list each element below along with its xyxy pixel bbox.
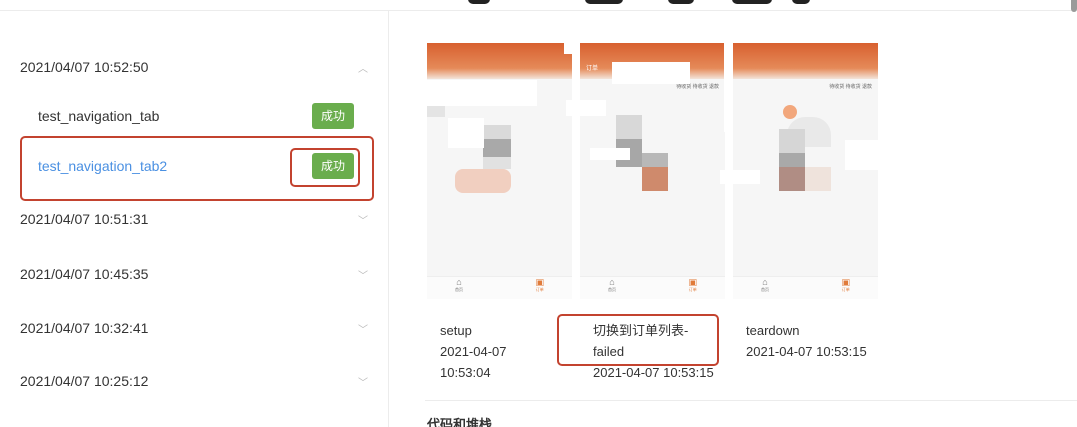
app-header-title: 订单 — [586, 66, 599, 72]
run-group-header[interactable]: 2021/04/07 10:52:50 ︿ — [20, 47, 370, 87]
app-header — [427, 43, 572, 79]
cropped-title-fragment — [732, 0, 772, 4]
highlight-box-failed-step — [557, 314, 719, 366]
order-tabs: 待收货 待收货 退款 — [829, 84, 872, 90]
redaction-patch — [448, 118, 484, 148]
blurred-block — [805, 167, 831, 191]
redaction-patch — [427, 80, 537, 106]
test-case-row[interactable]: test_navigation_tab 成功 — [20, 96, 373, 136]
redaction-patch — [878, 174, 890, 184]
blurred-block — [616, 115, 642, 139]
app-bottom-nav: ⌂ 首页 ▣ 订单 — [580, 276, 725, 299]
blurred-block — [779, 153, 805, 167]
section-divider — [425, 400, 1077, 401]
blurred-block — [642, 167, 668, 191]
redaction-patch — [590, 148, 630, 160]
chevron-down-icon[interactable]: ﹀ — [358, 212, 368, 227]
cropped-title-fragment — [468, 0, 490, 4]
order-icon: ▣ 订单 — [688, 277, 697, 293]
step-time: 2021-04-07 — [440, 344, 507, 359]
redaction-patch — [566, 100, 606, 116]
redaction-patch — [724, 42, 732, 132]
blurred-block — [483, 125, 511, 139]
scrollbar-thumb[interactable] — [1071, 0, 1077, 12]
order-icon: ▣ 订单 — [535, 277, 544, 293]
run-group-header[interactable]: 2021/04/07 10:25:12 ﹀ — [20, 361, 370, 401]
home-icon: ⌂ 首页 — [608, 277, 616, 293]
redaction-patch — [720, 170, 760, 184]
app-bottom-nav: ⌂ 首页 ▣ 订单 — [427, 276, 572, 299]
order-icon: ▣ 订单 — [841, 277, 850, 293]
run-group-header[interactable]: 2021/04/07 10:51:31 ﹀ — [20, 199, 370, 239]
cropped-title-fragment — [668, 0, 694, 4]
home-icon: ⌂ 首页 — [761, 277, 769, 293]
status-badge: 成功 — [312, 103, 354, 129]
cropped-title-fragment — [792, 0, 810, 4]
run-group-header[interactable]: 2021/04/07 10:45:35 ﹀ — [20, 254, 370, 294]
chevron-down-icon[interactable]: ﹀ — [358, 374, 368, 389]
redaction-patch — [612, 62, 690, 84]
run-group-header[interactable]: 2021/04/07 10:32:41 ﹀ — [20, 308, 370, 348]
cropped-title-fragment — [585, 0, 623, 4]
blurred-block — [779, 129, 805, 153]
highlight-box-status — [290, 148, 360, 187]
step-setup: setup 2021-04-07 10:53:04 — [440, 320, 507, 383]
run-timestamp: 2021/04/07 10:52:50 — [20, 59, 149, 75]
step-name: teardown — [746, 323, 800, 338]
redaction-patch — [564, 40, 576, 54]
top-cropped-header — [0, 0, 1077, 11]
run-timestamp: 2021/04/07 10:51:31 — [20, 211, 149, 227]
step-teardown: teardown 2021-04-07 10:53:15 — [746, 320, 867, 362]
step-name: setup — [440, 323, 472, 338]
blurred-block — [779, 167, 805, 191]
step-time: 10:53:04 — [440, 365, 491, 380]
blurred-block — [642, 153, 668, 167]
blurred-block — [483, 157, 511, 169]
run-timestamp: 2021/04/07 10:32:41 — [20, 320, 149, 336]
blurred-block — [455, 169, 511, 193]
step-time: 2021-04-07 10:53:15 — [746, 344, 867, 359]
run-timestamp: 2021/04/07 10:45:35 — [20, 266, 149, 282]
test-case-name: test_navigation_tab — [38, 108, 160, 124]
blurred-block — [783, 105, 797, 119]
chevron-down-icon[interactable]: ﹀ — [358, 267, 368, 282]
redaction-patch — [845, 140, 885, 170]
blurred-block — [483, 139, 511, 157]
section-title: 代码和堆栈 — [427, 417, 493, 427]
app-header — [733, 43, 878, 79]
app-bottom-nav: ⌂ 首页 ▣ 订单 — [733, 276, 878, 299]
order-tabs: 待收货 待收货 退款 — [676, 84, 719, 90]
home-icon: ⌂ 首页 — [455, 277, 463, 293]
chevron-down-icon[interactable]: ﹀ — [358, 321, 368, 336]
run-timestamp: 2021/04/07 10:25:12 — [20, 373, 149, 389]
chevron-up-icon[interactable]: ︿ — [358, 60, 368, 75]
